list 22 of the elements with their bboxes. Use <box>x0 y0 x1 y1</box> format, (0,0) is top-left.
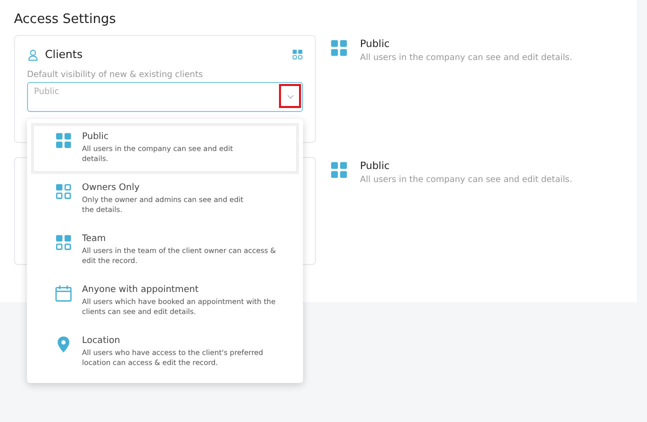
option-title: Anyone with appointment <box>82 284 200 295</box>
grid-icon <box>292 49 303 60</box>
option-title: Public <box>82 132 110 142</box>
option-title: Team <box>82 234 107 244</box>
card-title: Clients <box>45 48 84 61</box>
field-label: Default visibility of new & existing clients <box>27 70 204 80</box>
grid-icon <box>55 182 72 200</box>
grid-icon <box>55 234 72 251</box>
option-title: Public <box>360 161 391 172</box>
option-description: All users in the company can see and edit details. <box>360 53 572 63</box>
grid-icon <box>330 39 348 57</box>
location-pin-icon <box>55 336 72 352</box>
option-description: All users in the company can see and edit details. <box>360 175 572 185</box>
field-value: Public <box>34 87 60 97</box>
page-title: Access Settings <box>14 12 117 27</box>
grid-icon <box>55 132 72 149</box>
calendar-icon <box>55 284 72 302</box>
grid-icon <box>330 161 348 179</box>
option-title: Location <box>82 336 122 346</box>
option-title: Public <box>360 39 391 50</box>
option-title: Owners Only <box>82 182 141 193</box>
person-icon <box>27 48 39 60</box>
